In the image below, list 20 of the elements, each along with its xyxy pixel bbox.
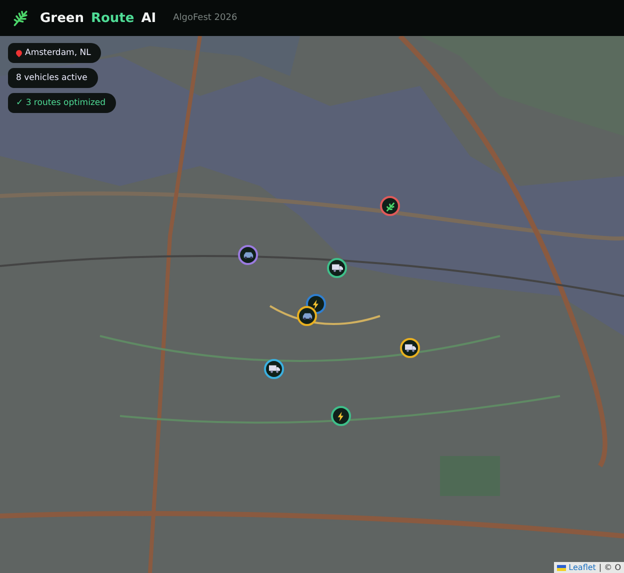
van-icon: [404, 343, 416, 353]
van-icon: [268, 364, 280, 374]
leaflet-link[interactable]: Leaflet: [568, 563, 596, 572]
car-icon: [242, 250, 254, 260]
pin-icon: [14, 48, 24, 58]
leaf-icon: [12, 9, 30, 27]
brand-word: Route: [90, 10, 134, 26]
attribution-text: | © O: [598, 563, 621, 572]
bolt-icon: [337, 410, 345, 422]
van-icon: [332, 263, 342, 273]
location-label: Amsterdam, NL: [25, 48, 91, 58]
car-icon: [302, 311, 312, 321]
vehicles-status: 8 vehicles active: [8, 68, 98, 88]
routes-status: ✓ 3 routes optimized: [8, 93, 116, 113]
flag-icon: [556, 564, 566, 570]
brand-word: AI: [141, 10, 156, 26]
leaf-icon: [384, 200, 396, 212]
event-label: AlgoFest 2026: [173, 13, 238, 23]
brand-word: Green: [40, 10, 84, 26]
bolt-icon: [312, 298, 320, 310]
